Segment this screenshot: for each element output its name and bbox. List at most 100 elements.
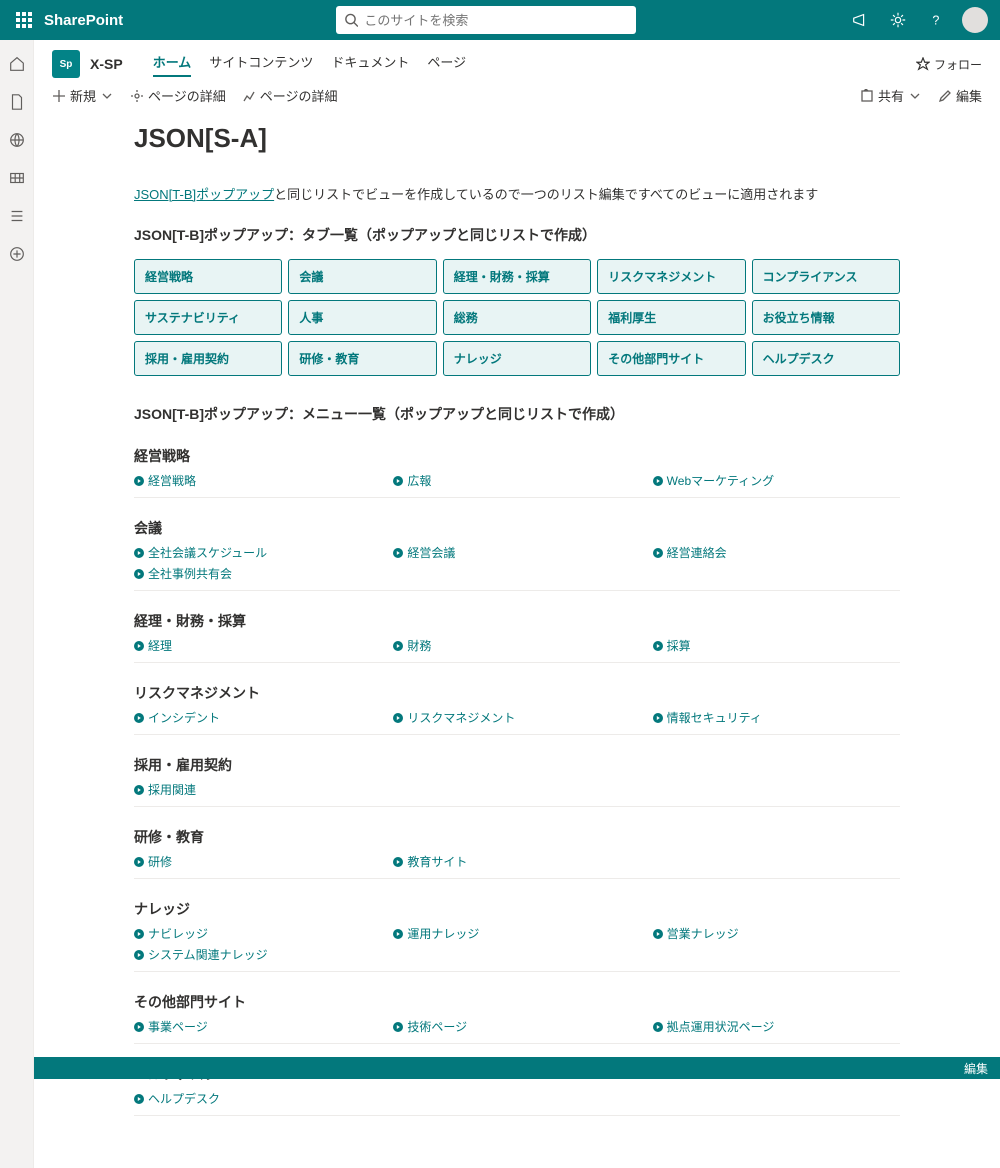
menu-item[interactable]: ヘルプデスク bbox=[134, 1090, 381, 1107]
tab-1[interactable]: サイトコンテンツ bbox=[209, 52, 313, 77]
tab-cell-12[interactable]: ナレッジ bbox=[443, 341, 591, 376]
tab-cell-10[interactable]: 採用・雇用契約 bbox=[134, 341, 282, 376]
menu-item[interactable]: 経営連絡会 bbox=[653, 544, 900, 561]
document-icon[interactable] bbox=[7, 92, 27, 112]
list-icon[interactable] bbox=[7, 206, 27, 226]
edit-button[interactable]: 編集 bbox=[938, 86, 982, 105]
menu-item-label: 情報セキュリティ bbox=[667, 709, 762, 726]
menu-item[interactable]: 採算 bbox=[653, 637, 900, 654]
main-content: JSON[S-A] JSON[T-B]ポップアップと同じリストでビューを作成して… bbox=[34, 113, 1000, 1168]
tab-2[interactable]: ドキュメント bbox=[331, 52, 409, 77]
footer-bar: 編集 bbox=[34, 1057, 1000, 1079]
menu-item[interactable]: 経営会議 bbox=[393, 544, 640, 561]
plus-icon bbox=[52, 89, 66, 103]
menu-item[interactable]: 経理 bbox=[134, 637, 381, 654]
menus-heading: JSON[T-B]ポップアップ：メニュー一覧（ポップアップと同じリストで作成） bbox=[134, 404, 900, 424]
menu-item[interactable]: 営業ナレッジ bbox=[653, 925, 900, 942]
menu-item[interactable]: 採用関連 bbox=[134, 781, 381, 798]
menu-items: 研修 教育サイト bbox=[134, 853, 900, 879]
play-icon bbox=[653, 476, 663, 486]
menu-item-label: 運用ナレッジ bbox=[407, 925, 479, 942]
site-logo[interactable]: Sp bbox=[52, 50, 80, 78]
tab-cell-2[interactable]: 経理・財務・採算 bbox=[443, 259, 591, 294]
menu-item-label: 教育サイト bbox=[407, 853, 467, 870]
menu-item[interactable]: Webマーケティング bbox=[653, 472, 900, 489]
page-details-button[interactable]: ページの詳細 bbox=[130, 86, 226, 105]
tab-cell-13[interactable]: その他部門サイト bbox=[597, 341, 745, 376]
menu-item-label: 技術ページ bbox=[407, 1018, 467, 1035]
tab-cell-4[interactable]: コンプライアンス bbox=[752, 259, 900, 294]
play-icon bbox=[653, 641, 663, 651]
search-icon bbox=[344, 12, 359, 28]
tab-cell-6[interactable]: 人事 bbox=[288, 300, 436, 335]
share-icon bbox=[860, 89, 874, 103]
tab-3[interactable]: ページ bbox=[427, 52, 466, 77]
tab-cell-11[interactable]: 研修・教育 bbox=[288, 341, 436, 376]
menu-item[interactable]: 情報セキュリティ bbox=[653, 709, 900, 726]
new-button[interactable]: 新規 bbox=[52, 86, 114, 105]
menu-item[interactable]: 技術ページ bbox=[393, 1018, 640, 1035]
tabs-heading: JSON[T-B]ポップアップ：タブ一覧（ポップアップと同じリストで作成） bbox=[134, 225, 900, 245]
site-nav: ホームサイトコンテンツドキュメントページ bbox=[153, 52, 466, 77]
menu-category-label: 経理・財務・採算 bbox=[134, 603, 900, 637]
menu-item[interactable]: 運用ナレッジ bbox=[393, 925, 640, 942]
menu-item[interactable]: 全社会議スケジュール bbox=[134, 544, 381, 561]
tab-0[interactable]: ホーム bbox=[153, 52, 192, 77]
avatar[interactable] bbox=[962, 7, 988, 33]
follow-button[interactable]: フォロー bbox=[916, 56, 982, 73]
site-name[interactable]: X-SP bbox=[90, 56, 123, 72]
menu-item[interactable]: 事業ページ bbox=[134, 1018, 381, 1035]
suite-bar: SharePoint ? bbox=[0, 0, 1000, 40]
search-box[interactable] bbox=[336, 6, 636, 34]
menu-item-label: 経理 bbox=[148, 637, 172, 654]
share-button[interactable]: 共有 bbox=[860, 86, 922, 105]
tab-cell-9[interactable]: お役立ち情報 bbox=[752, 300, 900, 335]
tab-cell-8[interactable]: 福利厚生 bbox=[597, 300, 745, 335]
brand[interactable]: SharePoint bbox=[44, 12, 123, 29]
footer-edit-button[interactable]: 編集 bbox=[964, 1060, 988, 1077]
tab-cell-3[interactable]: リスクマネジメント bbox=[597, 259, 745, 294]
menu-item[interactable]: 研修 bbox=[134, 853, 381, 870]
tab-cell-7[interactable]: 総務 bbox=[443, 300, 591, 335]
menu-item[interactable]: インシデント bbox=[134, 709, 381, 726]
app-launcher-icon[interactable] bbox=[8, 4, 40, 36]
tab-cell-5[interactable]: サステナビリティ bbox=[134, 300, 282, 335]
menu-item[interactable]: 経営戦略 bbox=[134, 472, 381, 489]
intro-link[interactable]: JSON[T-B]ポップアップ bbox=[134, 187, 274, 202]
tab-cell-0[interactable]: 経営戦略 bbox=[134, 259, 282, 294]
search-input[interactable] bbox=[364, 13, 627, 28]
help-icon[interactable]: ? bbox=[924, 8, 948, 32]
menu-items: 経理 財務採算 bbox=[134, 637, 900, 663]
menu-section: ナレッジナビレッジ運用ナレッジ営業ナレッジシステム関連ナレッジ bbox=[134, 891, 900, 972]
menu-item-label: システム関連ナレッジ bbox=[148, 946, 268, 963]
menu-item[interactable]: 全社事例共有会 bbox=[134, 565, 381, 582]
menu-item[interactable]: 拠点運用状況ページ bbox=[653, 1018, 900, 1035]
menu-section: 採用・雇用契約採用関連 bbox=[134, 747, 900, 807]
globe-icon[interactable] bbox=[7, 130, 27, 150]
menu-item-label: リスクマネジメント bbox=[407, 709, 515, 726]
svg-text:?: ? bbox=[932, 14, 939, 28]
grid-icon[interactable] bbox=[7, 168, 27, 188]
menu-item[interactable]: ナビレッジ bbox=[134, 925, 381, 942]
page-details-button-2[interactable]: ページの詳細 bbox=[242, 86, 338, 105]
menu-item[interactable]: 財務 bbox=[393, 637, 640, 654]
menu-item-label: 採用関連 bbox=[148, 781, 196, 798]
menu-item[interactable]: 教育サイト bbox=[393, 853, 640, 870]
menu-category-label: 経営戦略 bbox=[134, 438, 900, 472]
menu-section: その他部門サイト事業ページ 技術ページ 拠点運用状況ページ bbox=[134, 984, 900, 1044]
menu-item[interactable]: リスクマネジメント bbox=[393, 709, 640, 726]
play-icon bbox=[393, 1022, 403, 1032]
play-icon bbox=[393, 641, 403, 651]
menu-items: 採用関連 bbox=[134, 781, 900, 807]
menu-item[interactable]: システム関連ナレッジ bbox=[134, 946, 381, 963]
megaphone-icon[interactable] bbox=[848, 8, 872, 32]
menu-item[interactable]: 広報 bbox=[393, 472, 640, 489]
home-icon[interactable] bbox=[7, 54, 27, 74]
menu-category-label: その他部門サイト bbox=[134, 984, 900, 1018]
add-icon[interactable] bbox=[7, 244, 27, 264]
gear-icon[interactable] bbox=[886, 8, 910, 32]
menu-category-label: 採用・雇用契約 bbox=[134, 747, 900, 781]
gear-icon bbox=[130, 89, 144, 103]
tab-cell-1[interactable]: 会議 bbox=[288, 259, 436, 294]
tab-cell-14[interactable]: ヘルプデスク bbox=[752, 341, 900, 376]
